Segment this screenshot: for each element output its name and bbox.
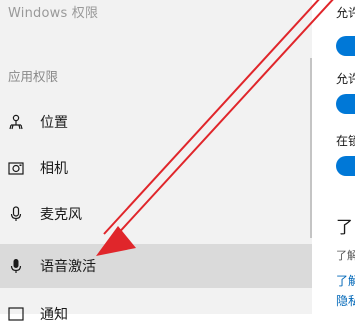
sidebar-item-label: 语音激活 bbox=[40, 259, 96, 275]
sidebar-item-microphone[interactable]: 麦克风 bbox=[0, 192, 312, 236]
microphone-icon bbox=[8, 206, 24, 222]
sidebar-item-voice-activation[interactable]: 语音激活 bbox=[0, 244, 312, 288]
settings-sidebar: Windows 权限 应用权限 位置 相机 麦克风 语音激活 通知 bbox=[0, 0, 312, 323]
content-heading: 了 bbox=[336, 218, 353, 238]
sidebar-item-notifications[interactable]: 通知 bbox=[0, 292, 312, 336]
sidebar-item-label: 通知 bbox=[40, 307, 68, 323]
setting-toggle[interactable] bbox=[336, 94, 355, 114]
learn-more-link[interactable]: 了解 bbox=[336, 272, 355, 289]
camera-icon bbox=[8, 160, 24, 176]
voice-activation-icon bbox=[8, 258, 24, 274]
sidebar-item-label: 位置 bbox=[40, 115, 68, 131]
content-description: 了解 bbox=[336, 249, 355, 262]
setting-label: 在锁 bbox=[336, 134, 355, 148]
sidebar-item-location[interactable]: 位置 bbox=[0, 100, 312, 144]
sidebar-item-camera[interactable]: 相机 bbox=[0, 146, 312, 190]
setting-label: 允许 bbox=[336, 72, 355, 86]
location-icon bbox=[8, 114, 24, 130]
setting-label: 允许 bbox=[336, 6, 355, 20]
setting-toggle[interactable] bbox=[336, 36, 355, 56]
settings-content-panel: 允许 允许 在锁 了 了解 了解 隐私 bbox=[312, 0, 355, 314]
sidebar-heading: Windows 权限 bbox=[8, 6, 99, 21]
sidebar-item-label: 麦克风 bbox=[40, 207, 82, 223]
setting-toggle[interactable] bbox=[336, 156, 355, 176]
app-permissions-section-title: 应用权限 bbox=[8, 69, 59, 84]
notification-icon bbox=[8, 306, 24, 322]
sidebar-item-label: 相机 bbox=[40, 161, 68, 177]
privacy-link[interactable]: 隐私 bbox=[336, 292, 355, 309]
